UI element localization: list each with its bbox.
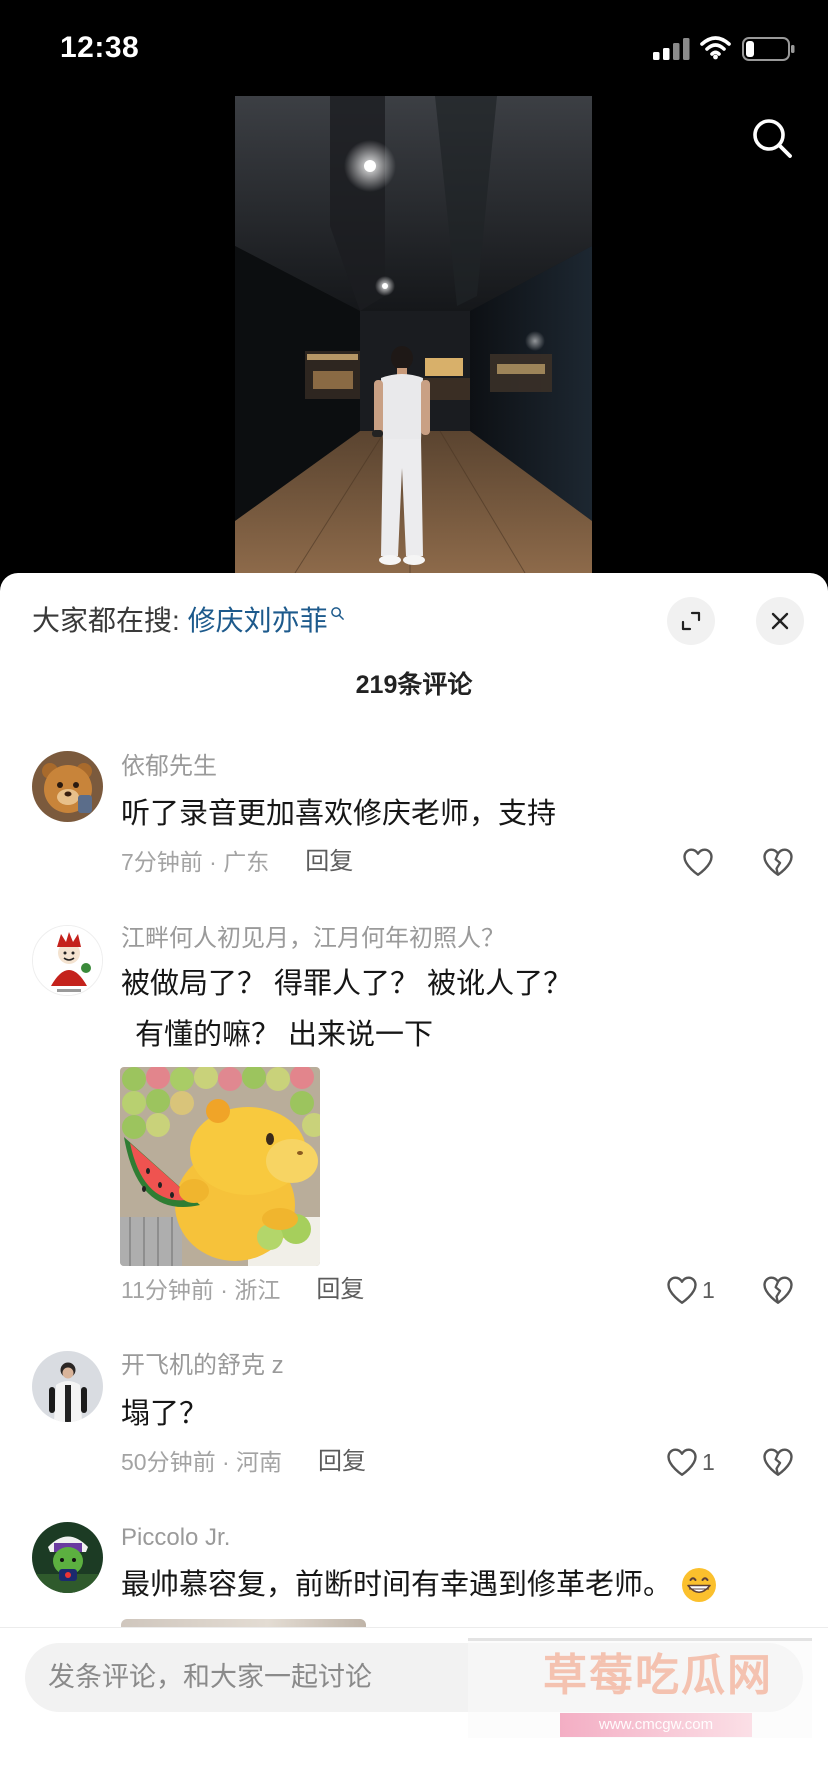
search-icon xyxy=(753,119,792,158)
like-count: 1 xyxy=(702,1277,715,1303)
search-button[interactable] xyxy=(748,114,796,162)
broken-heart-icon xyxy=(763,848,793,876)
broken-heart-icon xyxy=(763,1448,793,1476)
like-button[interactable] xyxy=(680,844,716,880)
comment-text: 被做局了？ 得罪人了？ 被讹人了？ xyxy=(121,968,573,1000)
battery-icon xyxy=(742,37,795,61)
comment-meta: 7分钟前 · 广东 回复 xyxy=(121,848,353,876)
avatar-image xyxy=(32,1351,103,1422)
dislike-button[interactable] xyxy=(760,1444,796,1480)
video-player[interactable] xyxy=(235,96,592,573)
video-frame xyxy=(235,96,592,573)
signal-icon xyxy=(653,38,690,60)
watermark-title: 草莓吃瓜网 xyxy=(543,1651,773,1700)
like-count: 1 xyxy=(702,1449,715,1475)
avatar-image xyxy=(32,1522,103,1593)
avatar[interactable] xyxy=(32,1522,103,1593)
dislike-button[interactable] xyxy=(760,1272,796,1308)
search-suggestion-keyword[interactable]: 修庆刘亦菲 xyxy=(188,605,345,636)
status-time: 12:38 xyxy=(60,31,140,64)
reply-button[interactable]: 回复 xyxy=(305,848,353,876)
battery-fill xyxy=(746,41,754,57)
comment-text: 最帅慕容复，前断时间有幸遇到修革老师。 xyxy=(121,1569,673,1601)
comment-meta: 11分钟前 · 浙江 回复 xyxy=(121,1276,364,1304)
broken-heart-icon xyxy=(763,1276,793,1304)
avatar-image xyxy=(33,926,102,995)
dislike-button[interactable] xyxy=(760,844,796,880)
comment-time-location: 11分钟前 · 浙江 xyxy=(121,1277,281,1303)
comment-author[interactable]: 依郁先生 xyxy=(121,753,217,781)
comment-time-location: 7分钟前 · 广东 xyxy=(121,849,270,875)
close-icon xyxy=(771,612,789,630)
like-button[interactable] xyxy=(664,1272,700,1308)
avatar[interactable] xyxy=(32,751,103,822)
comment-sheet: 大家都在搜: 修庆刘亦菲 219条评论 依郁先生 听了录音更加喜欢修庆老师，支持… xyxy=(0,573,828,1792)
reply-button[interactable]: 回复 xyxy=(318,1448,366,1476)
heart-icon xyxy=(667,1448,697,1476)
watermark-url: www.cmcgw.com xyxy=(560,1713,752,1737)
grinning-face-emoji xyxy=(682,1568,716,1602)
comment-text: 听了录音更加喜欢修庆老师，支持 xyxy=(121,798,557,830)
search-small-icon xyxy=(330,607,344,620)
comment-image[interactable] xyxy=(120,1067,320,1266)
comment-author[interactable]: 开飞机的舒克 z xyxy=(121,1352,284,1380)
comment-meta: 50分钟前 · 河南 回复 xyxy=(121,1448,366,1476)
search-suggestion-prefix: 大家都在搜: xyxy=(32,605,180,636)
avatar[interactable] xyxy=(32,1351,103,1422)
search-suggestion: 大家都在搜: 修庆刘亦菲 xyxy=(32,602,345,640)
heart-icon xyxy=(683,848,713,876)
close-button[interactable] xyxy=(756,597,804,645)
expand-icon xyxy=(681,611,701,631)
like-button[interactable] xyxy=(664,1444,700,1480)
comment-author[interactable]: Piccolo Jr. xyxy=(121,1524,230,1552)
reply-button[interactable]: 回复 xyxy=(316,1276,364,1304)
comment-time-location: 50分钟前 · 河南 xyxy=(121,1449,283,1475)
expand-button[interactable] xyxy=(667,597,715,645)
avatar[interactable] xyxy=(32,925,103,996)
search-suggestion-keyword-text: 修庆刘亦菲 xyxy=(187,605,328,636)
comment-sticker-image xyxy=(120,1067,320,1266)
wifi-icon xyxy=(700,36,731,60)
heart-icon xyxy=(667,1276,697,1304)
comment-text: 有懂的嘛？ 出来说一下 xyxy=(135,1019,434,1051)
comment-author[interactable]: 江畔何人初见月，江月何年初照人？ xyxy=(121,925,505,953)
avatar-image xyxy=(32,751,103,822)
comment-text: 塌了？ xyxy=(121,1398,209,1430)
comment-count: 219条评论 xyxy=(355,671,473,699)
